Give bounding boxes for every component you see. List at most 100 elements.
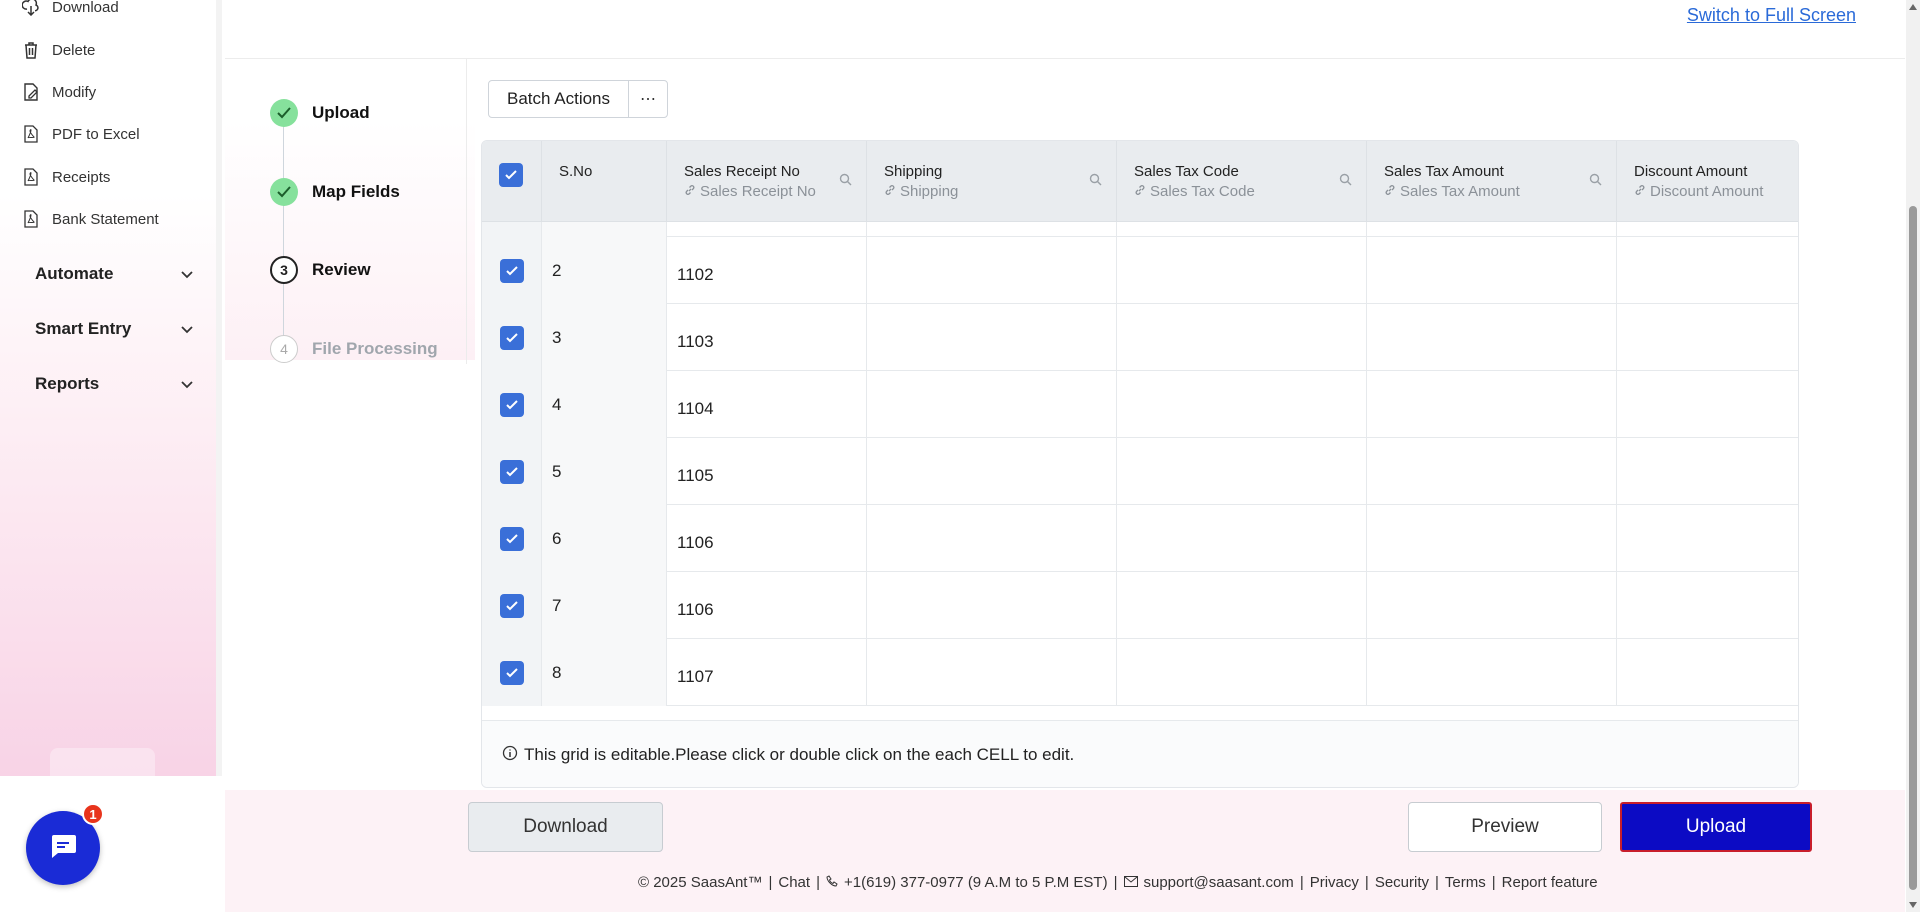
grid-cell[interactable] xyxy=(1367,237,1617,304)
table-row[interactable]: 6 1106 xyxy=(482,505,1798,572)
grid-cell[interactable] xyxy=(1367,222,1617,237)
grid-cell[interactable] xyxy=(1117,237,1367,304)
cell-sno[interactable] xyxy=(542,222,667,237)
cell-sales-receipt-no[interactable]: .... xyxy=(667,222,867,237)
sidebar-item-download[interactable]: Download xyxy=(22,0,119,16)
scroll-up-arrow-icon[interactable] xyxy=(1909,4,1917,10)
cell-sales-receipt-no[interactable]: 1107 xyxy=(667,639,867,706)
sidebar-item-pdf-to-excel[interactable]: PDF to Excel xyxy=(22,125,140,143)
page-scrollbar[interactable] xyxy=(1906,0,1920,912)
grid-cell[interactable] xyxy=(867,572,1117,639)
search-icon[interactable] xyxy=(1089,173,1102,191)
grid-cell[interactable] xyxy=(1117,505,1367,572)
footer-chat-link[interactable]: Chat xyxy=(778,874,810,891)
cell-sno[interactable]: 5 xyxy=(542,438,667,505)
table-row[interactable]: 3 1103 xyxy=(482,304,1798,371)
cell-sales-receipt-no[interactable]: 1106 xyxy=(667,572,867,639)
cell-sno[interactable]: 6 xyxy=(542,505,667,572)
grid-cell[interactable] xyxy=(1367,371,1617,438)
grid-cell[interactable] xyxy=(867,237,1117,304)
column-header-sales-tax-amount[interactable]: Sales Tax Amount Sales Tax Amount xyxy=(1367,141,1617,222)
upload-button[interactable]: Upload xyxy=(1620,802,1812,852)
grid-cell[interactable] xyxy=(1117,572,1367,639)
grid-cell[interactable] xyxy=(1617,222,1798,237)
table-row-partial[interactable]: .... xyxy=(482,222,1798,237)
cell-sno[interactable]: 8 xyxy=(542,639,667,706)
footer-privacy-link[interactable]: Privacy xyxy=(1310,874,1359,891)
column-header-discount-amount[interactable]: Discount Amount Discount Amount xyxy=(1617,141,1798,222)
sidebar-group-reports[interactable]: Reports xyxy=(35,374,193,394)
grid-cell[interactable] xyxy=(1617,237,1798,304)
table-row[interactable]: 4 1104 xyxy=(482,371,1798,438)
sidebar-item-delete[interactable]: Delete xyxy=(22,41,95,59)
grid-cell[interactable] xyxy=(867,304,1117,371)
cell-sno[interactable]: 4 xyxy=(542,371,667,438)
switch-to-full-screen-link[interactable]: Switch to Full Screen xyxy=(1687,5,1856,26)
sidebar-item-modify[interactable]: Modify xyxy=(22,83,96,101)
row-checkbox[interactable] xyxy=(499,526,524,551)
grid-cell[interactable] xyxy=(867,222,1117,237)
table-row[interactable]: 5 1105 xyxy=(482,438,1798,505)
grid-cell[interactable] xyxy=(1617,371,1798,438)
column-header-sales-receipt-no[interactable]: Sales Receipt No Sales Receipt No xyxy=(667,141,867,222)
select-all-checkbox[interactable] xyxy=(499,163,523,187)
grid-cell[interactable] xyxy=(1617,438,1798,505)
preview-button[interactable]: Preview xyxy=(1408,802,1602,852)
row-checkbox[interactable] xyxy=(499,459,524,484)
step-map-fields[interactable]: Map Fields xyxy=(270,178,400,206)
footer-report-feature-link[interactable]: Report feature xyxy=(1502,874,1598,891)
column-header-shipping[interactable]: Shipping Shipping xyxy=(867,141,1117,222)
column-header-sno[interactable]: S.No xyxy=(542,141,667,222)
cell-sales-receipt-no[interactable]: 1105 xyxy=(667,438,867,505)
grid-cell[interactable] xyxy=(1367,572,1617,639)
footer-terms-link[interactable]: Terms xyxy=(1445,874,1486,891)
column-header-sales-tax-code[interactable]: Sales Tax Code Sales Tax Code xyxy=(1117,141,1367,222)
cell-sales-receipt-no[interactable]: 1106 xyxy=(667,505,867,572)
cell-sno[interactable]: 3 xyxy=(542,304,667,371)
grid-cell[interactable] xyxy=(867,639,1117,706)
grid-cell[interactable] xyxy=(1117,222,1367,237)
cell-sno[interactable]: 7 xyxy=(542,572,667,639)
row-checkbox[interactable] xyxy=(499,325,524,350)
cell-sales-receipt-no[interactable]: 1103 xyxy=(667,304,867,371)
table-row[interactable]: 8 1107 xyxy=(482,639,1798,706)
grid-cell[interactable] xyxy=(1617,639,1798,706)
table-row[interactable]: 7 1106 xyxy=(482,572,1798,639)
sidebar-group-smart-entry[interactable]: Smart Entry xyxy=(35,319,193,339)
row-checkbox[interactable] xyxy=(499,258,524,283)
step-upload[interactable]: Upload xyxy=(270,99,370,127)
row-checkbox[interactable] xyxy=(499,660,524,685)
grid-cell[interactable] xyxy=(867,371,1117,438)
grid-cell[interactable] xyxy=(1367,639,1617,706)
grid-cell[interactable] xyxy=(867,438,1117,505)
table-row[interactable]: 2 1102 xyxy=(482,237,1798,304)
row-checkbox[interactable] xyxy=(499,392,524,417)
grid-cell[interactable] xyxy=(1117,304,1367,371)
scrollbar-thumb[interactable] xyxy=(1909,206,1917,890)
step-review[interactable]: 3 Review xyxy=(270,256,371,284)
grid-cell[interactable] xyxy=(1117,371,1367,438)
download-button[interactable]: Download xyxy=(468,802,663,852)
batch-actions-button[interactable]: Batch Actions xyxy=(489,81,630,117)
footer-email-link[interactable]: support@saasant.com xyxy=(1144,874,1294,891)
more-options-button[interactable]: ⋯ xyxy=(629,81,667,117)
search-icon[interactable] xyxy=(839,173,852,191)
footer-security-link[interactable]: Security xyxy=(1375,874,1429,891)
cell-sales-receipt-no[interactable]: 1104 xyxy=(667,371,867,438)
cell-sales-receipt-no[interactable]: 1102 xyxy=(667,237,867,304)
grid-cell[interactable] xyxy=(1117,639,1367,706)
grid-cell[interactable] xyxy=(1617,505,1798,572)
grid-cell[interactable] xyxy=(1617,572,1798,639)
grid-cell[interactable] xyxy=(1117,438,1367,505)
grid-cell[interactable] xyxy=(1367,304,1617,371)
grid-cell[interactable] xyxy=(1617,304,1798,371)
footer-phone[interactable]: +1(619) 377-0977 (9 A.M to 5 P.M EST) xyxy=(844,874,1108,891)
cell-sno[interactable]: 2 xyxy=(542,237,667,304)
sidebar-group-automate[interactable]: Automate xyxy=(35,264,193,284)
search-icon[interactable] xyxy=(1339,173,1352,191)
sidebar-item-bank-statement[interactable]: Bank Statement xyxy=(22,210,159,228)
search-icon[interactable] xyxy=(1589,173,1602,191)
grid-cell[interactable] xyxy=(1367,505,1617,572)
scroll-down-arrow-icon[interactable] xyxy=(1909,902,1917,908)
sidebar-item-receipts[interactable]: Receipts xyxy=(22,168,110,186)
